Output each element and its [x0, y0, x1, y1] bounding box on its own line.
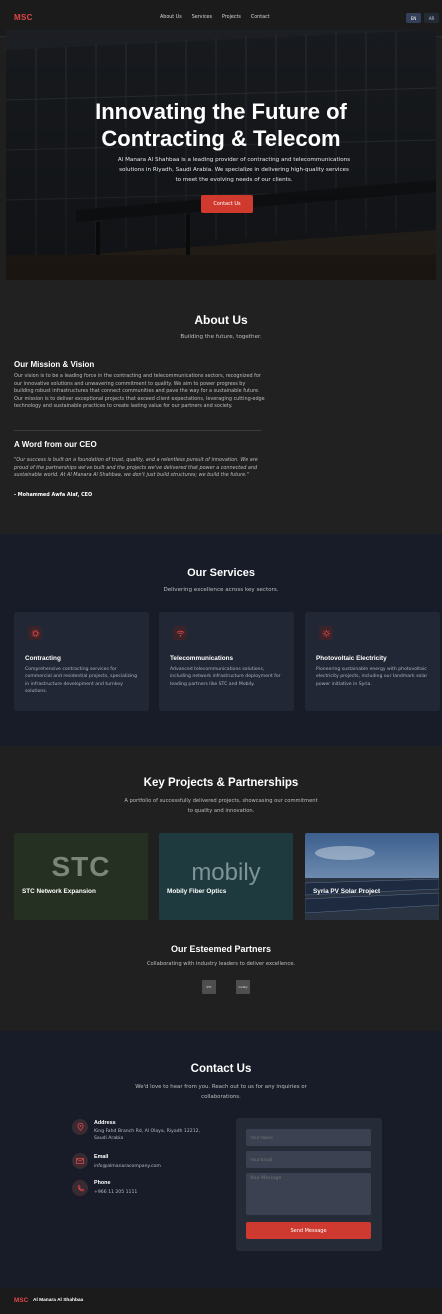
gear-icon	[28, 626, 42, 640]
language-switch: EN AR	[406, 13, 439, 23]
project-card-mobily[interactable]: mobily Mobily Fiber Optics	[159, 833, 293, 920]
partner-logo-mobily: mobily	[236, 980, 250, 994]
partners-title: Our Esteemed Partners	[170, 944, 272, 954]
service-title: Contracting	[25, 655, 61, 662]
contact-subtitle-line2: collaborations.	[201, 1093, 241, 1100]
hero-section: Innovating the Future of Contracting & T…	[6, 30, 436, 280]
email-input[interactable]	[246, 1151, 371, 1168]
sun-icon	[319, 626, 333, 640]
phone-label: Phone	[94, 1180, 111, 1186]
lang-en-button[interactable]: EN	[406, 13, 421, 23]
send-message-button[interactable]: Send Message	[246, 1222, 371, 1239]
nav-link-contact[interactable]: Contact	[251, 15, 270, 20]
partners-subtitle: Collaborating with industry leaders to d…	[146, 961, 296, 967]
ceo-quote: "Our success is built on a foundation of…	[14, 457, 258, 479]
service-title: Photovoltaic Electricity	[316, 655, 387, 662]
partner-logo-stc: STC	[202, 980, 216, 994]
about-divider	[14, 430, 262, 431]
nav-links: About Us Services Projects Contact	[160, 15, 270, 20]
solar-panels-image	[305, 833, 439, 920]
project-card-stc[interactable]: STC STC Network Expansion	[14, 833, 148, 920]
project-card-solar[interactable]: Syria PV Solar Project	[305, 833, 439, 920]
project-title: Syria PV Solar Project	[313, 888, 381, 895]
mission-text: Our vision is to be a leading force in t…	[14, 373, 265, 410]
email-value[interactable]: info@almanaracompany.com	[94, 1163, 224, 1170]
hero-title: Innovating the Future of Contracting & T…	[6, 98, 436, 152]
hero-title-line1: Innovating the Future of	[95, 99, 347, 124]
projects-subtitle-line1: A portfolio of successfully delivered pr…	[124, 798, 318, 804]
contact-form: Send Message	[236, 1118, 382, 1251]
services-title: Our Services	[187, 567, 255, 579]
nav-link-services[interactable]: Services	[192, 15, 212, 20]
footer: MSC Al Manara Al Shahbaa	[0, 1288, 442, 1314]
hero-description: Al Manara Al Shahbaa is a leading provid…	[117, 157, 351, 183]
projects-section: Key Projects & Partnerships A portfolio …	[0, 746, 442, 1031]
ceo-signature: - Mohammed Awfa Alaf, CEO	[14, 492, 93, 498]
nav-link-projects[interactable]: Projects	[222, 15, 241, 20]
project-title: Mobily Fiber Optics	[167, 888, 227, 895]
service-desc: Comprehensive contracting services for c…	[25, 667, 137, 695]
services-section: Our Services Delivering excellence acros…	[0, 534, 442, 746]
projects-subtitle: A portfolio of successfully delivered pr…	[0, 797, 442, 816]
hero-title-line2: Contracting & Telecom	[101, 126, 341, 151]
address-line1: King Fahd Branch Rd, Al Olaya, Riyadh 12…	[94, 1129, 200, 1134]
mission-title: Our Mission & Vision	[14, 360, 95, 369]
stc-logo: STC	[51, 851, 111, 882]
phone-icon	[72, 1180, 88, 1196]
nav-link-about[interactable]: About Us	[160, 15, 182, 20]
service-card-telecom: Telecommunications Advanced telecommunic…	[159, 612, 294, 711]
about-subtitle: Building the future, together.	[180, 334, 262, 340]
project-title: STC Network Expansion	[22, 888, 96, 895]
services-subtitle: Delivering excellence across key sectors…	[163, 587, 279, 593]
contact-title: Contact Us	[190, 1063, 252, 1075]
service-card-photovoltaic: Photovoltaic Electricity Pioneering sust…	[305, 612, 440, 711]
hero-building-image	[6, 30, 436, 280]
about-section: About Us Building the future, together. …	[0, 280, 442, 534]
ceo-title: A Word from our CEO	[14, 440, 97, 449]
footer-company-name: Al Manara Al Shahbaa	[33, 1298, 84, 1303]
contact-subtitle-line1: We'd love to hear from you. Reach out to…	[135, 1084, 307, 1090]
address-line2: Saudi Arabia	[94, 1136, 124, 1142]
lang-ar-button[interactable]: AR	[424, 13, 439, 23]
mail-icon	[72, 1153, 88, 1169]
hero-contact-button[interactable]: Contact Us	[201, 195, 253, 213]
service-card-contracting: Contracting Comprehensive contracting se…	[14, 612, 149, 711]
name-input[interactable]	[246, 1129, 371, 1146]
email-label: Email	[94, 1154, 109, 1160]
service-title: Telecommunications	[170, 655, 234, 662]
address-label: Address	[94, 1120, 116, 1126]
projects-title: Key Projects & Partnerships	[143, 777, 299, 789]
footer-logo[interactable]: MSC	[14, 1297, 28, 1304]
about-title: About Us	[194, 313, 248, 327]
mobily-logo: mobily	[191, 859, 261, 886]
service-desc: Advanced telecommunications solutions, i…	[170, 667, 281, 687]
service-desc: Pioneering sustainable energy with photo…	[316, 667, 428, 687]
page: MSC About Us Services Projects Contact E…	[0, 0, 442, 1314]
location-pin-icon	[72, 1119, 88, 1135]
nav-logo[interactable]: MSC	[14, 13, 33, 22]
projects-subtitle-line2: to quality and innovation.	[187, 807, 255, 814]
wifi-icon	[173, 626, 187, 640]
address-value: King Fahd Branch Rd, Al Olaya, Riyadh 12…	[94, 1128, 224, 1142]
contact-subtitle: We'd love to hear from you. Reach out to…	[0, 1083, 442, 1102]
contact-section: Contact Us We'd love to hear from you. R…	[0, 1031, 442, 1288]
message-textarea[interactable]	[246, 1173, 371, 1215]
phone-value[interactable]: +966 11 205 1111	[94, 1189, 224, 1196]
